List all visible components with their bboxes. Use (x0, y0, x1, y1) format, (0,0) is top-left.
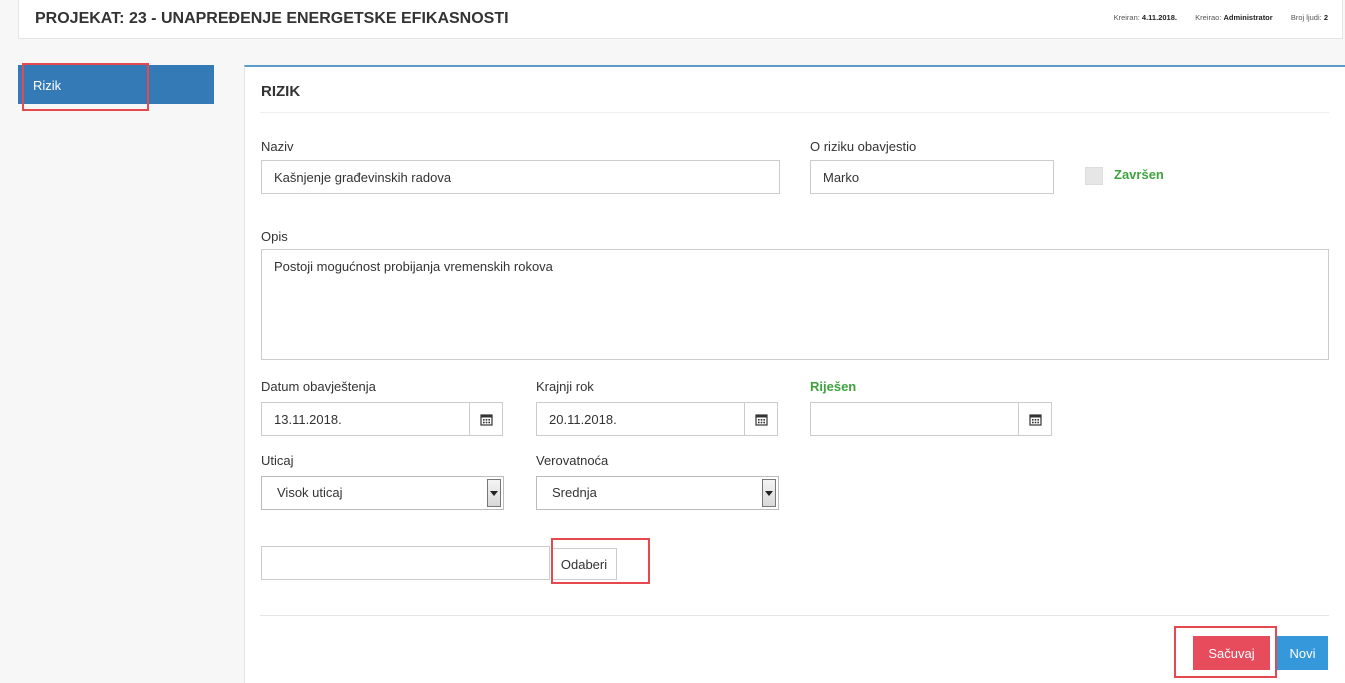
calendar-icon (754, 413, 768, 426)
probability-selected-value: Srednja (552, 485, 597, 500)
panel-title: RIZIK (261, 83, 301, 100)
deadline-calendar-button[interactable] (744, 402, 778, 436)
impact-select[interactable]: Visok uticaj (261, 476, 504, 510)
deadline-label: Krajnji rok (536, 379, 594, 394)
resolved-calendar-button[interactable] (1018, 402, 1052, 436)
save-button[interactable]: Sačuvaj (1193, 636, 1270, 670)
probability-label: Verovatnoća (536, 453, 609, 468)
project-header: PROJEKAT: 23 - UNAPREĐENJE ENERGETSKE EF… (18, 0, 1343, 39)
done-label: Završen (1114, 167, 1164, 182)
created-value: 4.11.2018. (1141, 13, 1177, 22)
created-label: Kreiran: (1113, 13, 1140, 22)
resolved-label: Riješen (810, 379, 857, 394)
sidebar-item-label: Rizik (33, 78, 62, 93)
reporter-label: O riziku obavjestio (810, 139, 917, 154)
project-meta: Kreiran: 4.11.2018. Kreirao: Administrat… (1114, 13, 1328, 22)
sidebar-item-rizik[interactable]: Rizik (18, 65, 214, 104)
project-title: PROJEKAT: 23 - UNAPREĐENJE ENERGETSKE EF… (35, 10, 509, 27)
deadline-input[interactable] (536, 402, 745, 436)
notice-date-label: Datum obavještenja (261, 379, 376, 394)
divider (260, 112, 1329, 113)
people-label: Broj ljudi: (1290, 13, 1322, 22)
resolved-input[interactable] (810, 402, 1019, 436)
divider (260, 615, 1329, 616)
probability-select[interactable]: Srednja (536, 476, 779, 510)
notice-date-calendar-button[interactable] (469, 402, 503, 436)
done-checkbox[interactable] (1085, 167, 1103, 185)
chevron-down-icon (762, 479, 776, 507)
impact-label: Uticaj (261, 453, 294, 468)
creator-value: Administrator (1223, 13, 1273, 22)
description-label: Opis (261, 229, 288, 244)
reporter-input[interactable] (810, 160, 1054, 194)
creator-label: Kreirao: (1195, 13, 1222, 22)
notice-date-input[interactable] (261, 402, 470, 436)
choose-file-button[interactable]: Odaberi (551, 548, 617, 580)
file-input[interactable] (261, 546, 550, 580)
risk-form-panel: RIZIK Naziv O riziku obavjestio Završen … (244, 65, 1345, 683)
new-button[interactable]: Novi (1277, 636, 1328, 670)
name-label: Naziv (261, 139, 294, 154)
calendar-icon (1028, 413, 1042, 426)
impact-selected-value: Visok uticaj (277, 485, 343, 500)
people-value: 2 (1323, 13, 1328, 22)
description-textarea[interactable]: Postoji mogućnost probijanja vremenskih … (261, 249, 1329, 360)
chevron-down-icon (487, 479, 501, 507)
calendar-icon (479, 413, 493, 426)
name-input[interactable] (261, 160, 780, 194)
